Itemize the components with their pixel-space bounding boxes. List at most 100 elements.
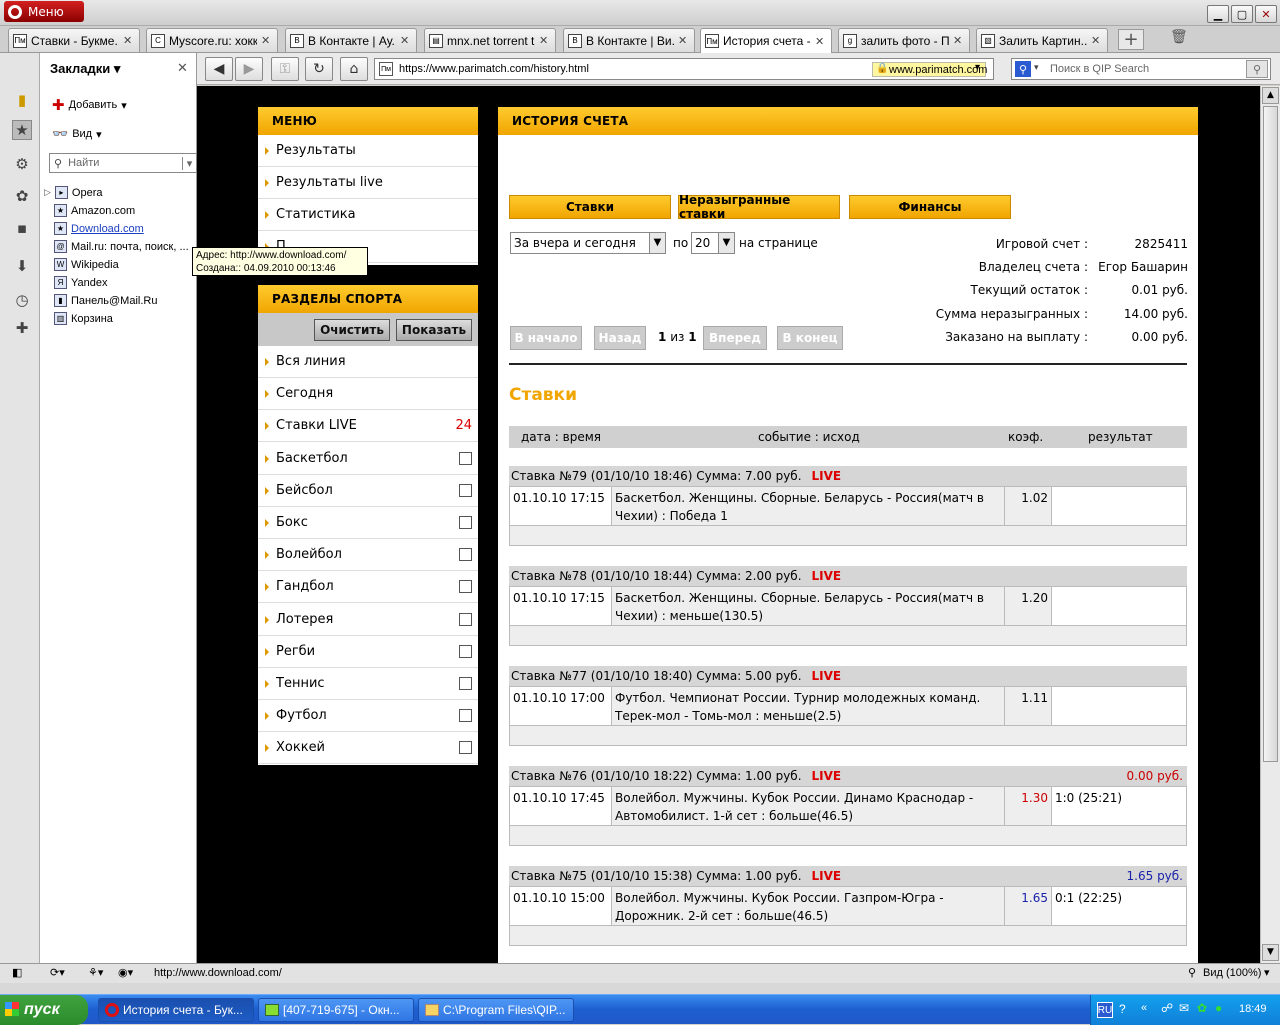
zoom-dropdown-icon[interactable]: ▾	[1264, 966, 1270, 979]
qip-search-input[interactable]: ⚲ ▾ Поиск в QIP Search ⚲	[1011, 58, 1271, 80]
network-tray-icon[interactable]: ☍	[1161, 1001, 1173, 1015]
network-icon[interactable]: ⚘▾	[88, 966, 103, 979]
panel-toggle-status-icon[interactable]: ◧	[12, 966, 22, 979]
show-button[interactable]: Показать	[396, 319, 472, 341]
zoom-level[interactable]: Вид (100%)	[1203, 967, 1261, 979]
qip-status-icon[interactable]: ●	[1215, 1001, 1222, 1015]
search-go-icon[interactable]: ⚲	[1246, 60, 1268, 78]
close-window-button[interactable]: ✕	[1255, 5, 1277, 23]
help-icon[interactable]: ?	[1119, 1002, 1126, 1016]
sport-item[interactable]: Лотерея	[258, 603, 478, 636]
close-tab-icon[interactable]: ✕	[1091, 34, 1103, 47]
trash-tab-icon[interactable]: 🗑	[1170, 29, 1190, 50]
tab-finance[interactable]: Финансы	[849, 195, 1011, 219]
tab-3[interactable]: ▤ mnx.net torrent tr... ✕	[424, 28, 556, 52]
turbo-icon[interactable]: ⟳▾	[50, 966, 65, 979]
period-select[interactable]: За вчера и сегодня ▼	[510, 232, 666, 254]
taskbar-item-opera[interactable]: История счета - Бук...	[98, 998, 254, 1022]
tab-7[interactable]: ▧ Залить Картин... ✕	[976, 28, 1108, 52]
view-button[interactable]: 👓 Вид ▾	[52, 126, 102, 142]
bookmark-item[interactable]: @ Mail.ru: почта, поиск, ...	[54, 240, 189, 253]
sport-item[interactable]: Теннис	[258, 668, 478, 700]
icq-flower-icon[interactable]: ✿	[1197, 1001, 1207, 1015]
bookmarks-panel-icon[interactable]: ★	[12, 120, 32, 140]
search-engine-dropdown-icon[interactable]: ▾	[1034, 62, 1039, 73]
close-tab-icon[interactable]: ✕	[123, 34, 135, 47]
key-icon[interactable]: ⚿	[271, 57, 299, 81]
sport-checkbox[interactable]	[459, 516, 472, 529]
sport-checkbox[interactable]	[459, 451, 472, 465]
menu-item[interactable]: Статистика	[258, 199, 478, 231]
tab-bets[interactable]: Ставки	[509, 195, 671, 219]
clear-button[interactable]: Очистить	[314, 319, 390, 341]
tab-0[interactable]: Пм Ставки - Букме... ✕	[8, 28, 140, 52]
sport-item[interactable]: Гандбол	[258, 571, 478, 604]
sport-item[interactable]: Футбол	[258, 700, 478, 733]
opera-menu-button[interactable]: Меню	[4, 1, 84, 22]
close-tab-icon[interactable]: ✕	[953, 34, 965, 47]
start-button[interactable]: пуск	[0, 995, 88, 1025]
close-tab-icon[interactable]: ✕	[261, 34, 273, 47]
expand-arrow-icon[interactable]: ▷	[44, 187, 51, 198]
bookmark-item[interactable]: ★ Download.com	[54, 222, 144, 235]
tab-4[interactable]: B В Контакте | Ви... ✕	[563, 28, 695, 52]
new-tab-plus-icon[interactable]: +	[1118, 29, 1144, 50]
scroll-thumb[interactable]	[1263, 106, 1278, 762]
widgets-icon[interactable]: ✿	[12, 186, 32, 206]
minimize-button[interactable]: ▁	[1207, 5, 1229, 23]
reload-icon[interactable]: ↻	[305, 57, 333, 81]
scroll-up-icon[interactable]: ▲	[1262, 87, 1279, 104]
sport-checkbox[interactable]	[459, 709, 472, 723]
sport-item[interactable]: Волейбол	[258, 539, 478, 572]
sport-item[interactable]: Баскетбол	[258, 442, 478, 475]
close-tab-icon[interactable]: ✕	[678, 34, 690, 47]
add-bookmark-button[interactable]: ✚ Добавить ▾	[52, 96, 127, 114]
content-block-icon[interactable]: ◉▾	[118, 966, 133, 979]
bookmark-item[interactable]: ★ Amazon.com	[54, 204, 135, 217]
back-arrow-icon[interactable]: ◀	[205, 57, 233, 81]
pager-next-button[interactable]: Вперед	[703, 326, 767, 350]
dropdown-arrow-icon[interactable]: ▾	[182, 156, 196, 170]
menu-item[interactable]: Результаты live	[258, 167, 478, 199]
address-dropdown-icon[interactable]: ▾	[975, 62, 980, 73]
sport-item[interactable]: Регби	[258, 635, 478, 668]
tab-2[interactable]: B В Контакте | Ау... ✕	[285, 28, 417, 52]
sport-item[interactable]: Бокс	[258, 507, 478, 539]
notes-icon[interactable]: ▪	[12, 218, 32, 238]
sport-item[interactable]: Сегодня	[258, 378, 478, 411]
taskbar-item-qip-chat[interactable]: [407-719-675] - Окн...	[258, 998, 414, 1022]
forward-arrow-icon[interactable]: ▶	[235, 57, 263, 81]
sport-checkbox[interactable]	[459, 548, 472, 562]
history-clock-icon[interactable]: ◷	[12, 290, 32, 310]
close-tab-icon[interactable]: ✕	[539, 34, 551, 47]
pager-last-button[interactable]: В конец	[777, 326, 843, 350]
sport-item[interactable]: Бейсбол	[258, 474, 478, 507]
page-scrollbar[interactable]: ▲ ▼	[1260, 86, 1280, 963]
scroll-down-icon[interactable]: ▼	[1262, 944, 1279, 961]
bookmark-item[interactable]: ▮ Панель@Mail.Ru	[54, 294, 157, 307]
tab-unplayed-bets[interactable]: Неразыгранные ставки	[678, 193, 840, 221]
bookmark-item[interactable]: Я Yandex	[54, 276, 108, 289]
bookmark-item[interactable]: W Wikipedia	[54, 258, 119, 271]
downloads-icon[interactable]: ⬇	[12, 256, 32, 276]
bookmark-item[interactable]: ▥ Корзина	[54, 312, 113, 325]
tray-expand-icon[interactable]: «	[1141, 1002, 1147, 1014]
settings-gear-icon[interactable]: ⚙	[12, 154, 32, 174]
pager-first-button[interactable]: В начало	[510, 326, 582, 350]
sport-checkbox[interactable]	[459, 644, 472, 658]
search-engine-icon[interactable]: ⚲	[1015, 61, 1031, 77]
bookmark-item[interactable]: ▷ ▸ Opera	[44, 186, 103, 199]
pager-prev-button[interactable]: Назад	[594, 326, 646, 350]
sport-checkbox[interactable]	[459, 741, 472, 755]
panel-toggle-icon[interactable]: ▮	[12, 90, 32, 110]
tab-5[interactable]: Пм История счета -... ✕	[700, 28, 832, 53]
home-icon[interactable]: ⌂	[340, 57, 368, 81]
tab-6[interactable]: g залить фото - П... ✕	[838, 28, 970, 52]
sport-checkbox[interactable]	[459, 612, 472, 626]
close-tab-icon[interactable]: ✕	[400, 34, 412, 47]
language-indicator[interactable]: RU	[1097, 1002, 1113, 1018]
taskbar-item-explorer[interactable]: C:\Program Files\QIP...	[418, 998, 574, 1022]
close-panel-icon[interactable]: ✕	[177, 61, 188, 76]
sport-item[interactable]: Вся линия	[258, 346, 478, 378]
maximize-button[interactable]: ▢	[1231, 5, 1253, 23]
